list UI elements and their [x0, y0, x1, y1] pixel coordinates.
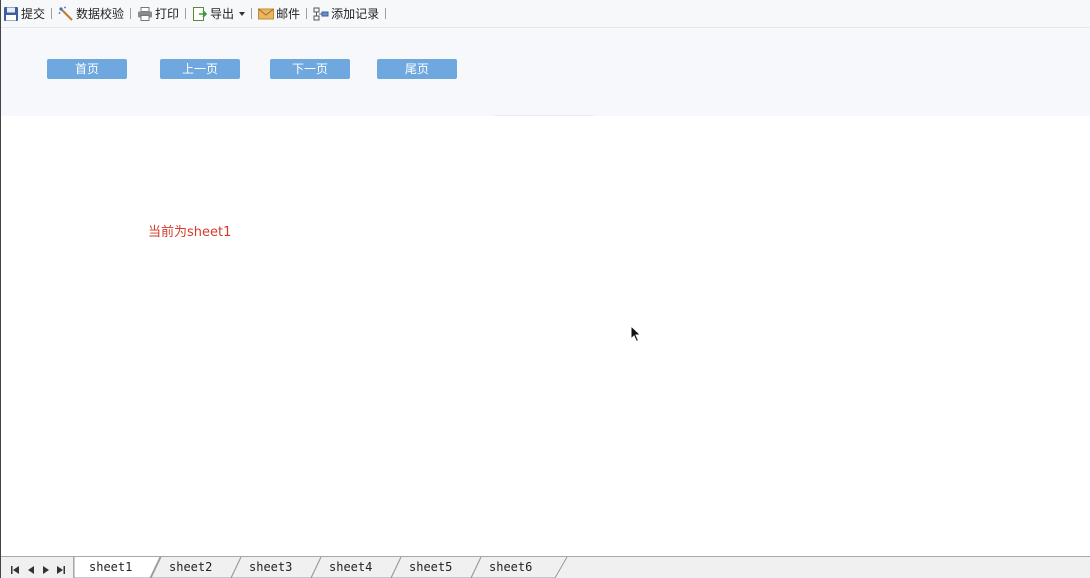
- next-sheet-icon[interactable]: [40, 561, 52, 574]
- mail-icon: [258, 6, 275, 22]
- mail-button[interactable]: 邮件: [258, 3, 300, 25]
- toolbar-divider: [130, 8, 132, 19]
- sheet-tab-2[interactable]: sheet2: [151, 557, 241, 578]
- printer-icon: [137, 6, 153, 22]
- last-sheet-icon[interactable]: [55, 561, 67, 574]
- first-page-button[interactable]: 首页: [47, 59, 127, 79]
- next-page-button[interactable]: 下一页: [270, 59, 350, 79]
- chevron-down-icon: [239, 11, 246, 16]
- toolbar: 提交 数据校验 打印 导出 邮件 添加记录: [1, 0, 1090, 28]
- sheet-tab-5[interactable]: sheet5: [391, 557, 481, 578]
- toolbar-divider: [51, 8, 53, 19]
- sheet-tab-4[interactable]: sheet4: [311, 557, 401, 578]
- save-icon: [3, 6, 19, 22]
- toolbar-divider: [251, 8, 253, 19]
- last-page-button[interactable]: 尾页: [377, 59, 457, 79]
- sheet-tab-bar: sheet1 sheet2 sheet3 sheet4 sheet5 sheet…: [1, 556, 1090, 578]
- add-record-icon: [313, 6, 329, 22]
- export-icon: [192, 6, 208, 22]
- first-sheet-icon[interactable]: [9, 561, 21, 574]
- sheet-tab-label: sheet2: [169, 560, 213, 574]
- export-label: 导出: [210, 7, 235, 21]
- print-label: 打印: [155, 7, 180, 21]
- pagination-bar: 首页 上一页 下一页 尾页: [1, 28, 1090, 124]
- mail-label: 邮件: [276, 7, 301, 21]
- prev-sheet-icon[interactable]: [25, 561, 37, 574]
- prev-page-button[interactable]: 上一页: [160, 59, 240, 79]
- add-record-button[interactable]: 添加记录: [313, 3, 379, 25]
- sheet-tab-label: sheet6: [489, 560, 533, 574]
- sheet-tab-1[interactable]: sheet1: [74, 557, 162, 578]
- report-content: 当前为sheet1: [1, 116, 1090, 556]
- current-sheet-label: 当前为sheet1: [148, 225, 232, 240]
- collapse-toggle[interactable]: [486, 108, 602, 124]
- report-viewer: 提交 数据校验 打印 导出 邮件 添加记录 首页 上一页 下一页 尾页 当前为s…: [0, 0, 1090, 578]
- toolbar-divider: [185, 8, 187, 19]
- toolbar-divider: [306, 8, 308, 19]
- export-button[interactable]: 导出: [192, 3, 246, 25]
- submit-label: 提交: [21, 7, 46, 21]
- sheet-tab-3[interactable]: sheet3: [231, 557, 321, 578]
- sheet-tab-label: sheet4: [329, 560, 373, 574]
- toolbar-divider: [385, 8, 387, 19]
- sheet-tab-label: sheet3: [249, 560, 293, 574]
- data-validation-label: 数据校验: [76, 7, 125, 21]
- wand-icon: [58, 6, 74, 22]
- add-record-label: 添加记录: [331, 7, 380, 21]
- data-validation-button[interactable]: 数据校验: [58, 3, 124, 25]
- sheet-tab-6[interactable]: sheet6: [471, 557, 571, 578]
- sheet-tab-label: sheet5: [409, 560, 453, 574]
- mouse-pointer-icon: [630, 324, 642, 343]
- submit-button[interactable]: 提交: [3, 3, 45, 25]
- sheet-tab-label: sheet1: [89, 560, 133, 574]
- print-button[interactable]: 打印: [137, 3, 179, 25]
